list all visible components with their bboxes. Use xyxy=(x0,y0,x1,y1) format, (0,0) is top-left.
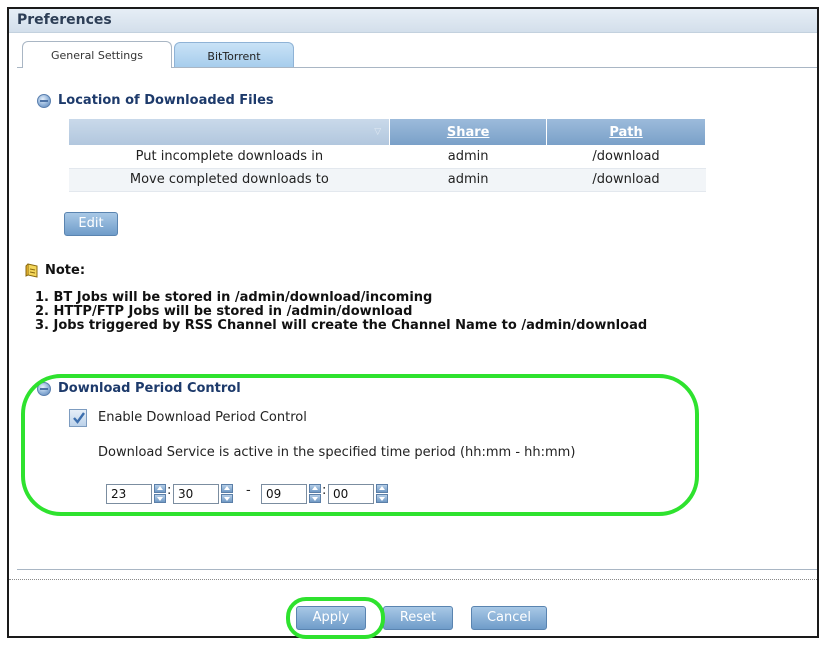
end-hour-input[interactable]: 09 xyxy=(261,484,307,504)
location-section-header: Location of Downloaded Files xyxy=(37,93,274,108)
end-minute-stepper[interactable]: 00 xyxy=(328,483,388,505)
content-bottom-border xyxy=(17,569,817,570)
spin-down-icon[interactable] xyxy=(221,494,233,503)
table-row[interactable]: Move completed downloads to admin /downl… xyxy=(69,168,706,192)
apply-button[interactable]: Apply xyxy=(296,606,366,630)
time-colon: : xyxy=(322,483,327,498)
tab-divider-left xyxy=(17,67,22,68)
row-share: admin xyxy=(389,168,547,192)
section-bullet-icon xyxy=(37,381,51,396)
row-label: Move completed downloads to xyxy=(69,168,390,192)
path-column-link[interactable]: Path xyxy=(609,125,642,140)
row-path: /download xyxy=(546,168,706,192)
column-header-path[interactable]: Path xyxy=(546,119,706,145)
start-hour-stepper[interactable]: 23 xyxy=(106,483,166,505)
tab-bittorrent[interactable]: BitTorrent xyxy=(174,42,294,68)
row-path: /download xyxy=(546,145,706,169)
spin-up-icon[interactable] xyxy=(221,484,233,493)
end-minute-input[interactable]: 00 xyxy=(328,484,374,504)
tab-divider xyxy=(172,67,817,68)
period-description: Download Service is active in the specif… xyxy=(98,445,576,460)
table-row[interactable]: Put incomplete downloads in admin /downl… xyxy=(69,145,706,169)
note-header: Note: xyxy=(25,263,85,278)
title-bar: Preferences xyxy=(9,9,817,33)
start-minute-stepper[interactable]: 30 xyxy=(173,483,233,505)
end-hour-spin[interactable] xyxy=(309,484,321,504)
panel-title: Preferences xyxy=(17,12,112,28)
row-share: admin xyxy=(389,145,547,169)
note-icon xyxy=(25,263,38,278)
spin-down-icon[interactable] xyxy=(309,494,321,503)
spin-up-icon[interactable] xyxy=(154,484,166,493)
preferences-panel: Preferences General Settings BitTorrent … xyxy=(7,7,819,639)
section-bullet-icon xyxy=(37,93,51,108)
download-location-table: ▽ Share Path Put incomplete downloads in… xyxy=(69,119,706,192)
spin-up-icon[interactable] xyxy=(309,484,321,493)
period-section-title: Download Period Control xyxy=(58,381,241,396)
share-column-link[interactable]: Share xyxy=(447,125,490,140)
note-list: 1. BT Jobs will be stored in /admin/down… xyxy=(35,291,647,333)
edit-button[interactable]: Edit xyxy=(64,212,118,236)
spin-up-icon[interactable] xyxy=(376,484,388,493)
note-line: 3. Jobs triggered by RSS Channel will cr… xyxy=(35,318,648,333)
tab-general-settings[interactable]: General Settings xyxy=(22,41,172,68)
note-line: 2. HTTP/FTP Jobs will be stored in /admi… xyxy=(35,304,413,319)
reset-button[interactable]: Reset xyxy=(383,606,453,630)
start-minute-input[interactable]: 30 xyxy=(173,484,219,504)
start-hour-input[interactable]: 23 xyxy=(106,484,152,504)
button-bar-separator xyxy=(9,579,817,580)
note-title: Note: xyxy=(45,263,86,278)
column-header-share[interactable]: Share xyxy=(389,119,548,145)
time-colon: : xyxy=(167,483,172,498)
checkmark-icon xyxy=(73,412,85,424)
period-section-header: Download Period Control xyxy=(37,381,241,396)
enable-period-checkbox[interactable] xyxy=(69,409,87,427)
time-dash: - xyxy=(246,483,251,498)
start-hour-spin[interactable] xyxy=(154,484,166,504)
spin-down-icon[interactable] xyxy=(376,494,388,503)
note-line: 1. BT Jobs will be stored in /admin/down… xyxy=(35,290,433,305)
location-section-title: Location of Downloaded Files xyxy=(58,93,274,108)
sort-arrow-icon: ▽ xyxy=(374,127,382,137)
cancel-button[interactable]: Cancel xyxy=(471,606,547,630)
spin-down-icon[interactable] xyxy=(154,494,166,503)
end-minute-spin[interactable] xyxy=(376,484,388,504)
row-label: Put incomplete downloads in xyxy=(69,145,390,169)
enable-period-label: Enable Download Period Control xyxy=(98,410,307,425)
end-hour-stepper[interactable]: 09 xyxy=(261,483,321,505)
column-header-blank: ▽ xyxy=(69,119,391,145)
start-minute-spin[interactable] xyxy=(221,484,233,504)
